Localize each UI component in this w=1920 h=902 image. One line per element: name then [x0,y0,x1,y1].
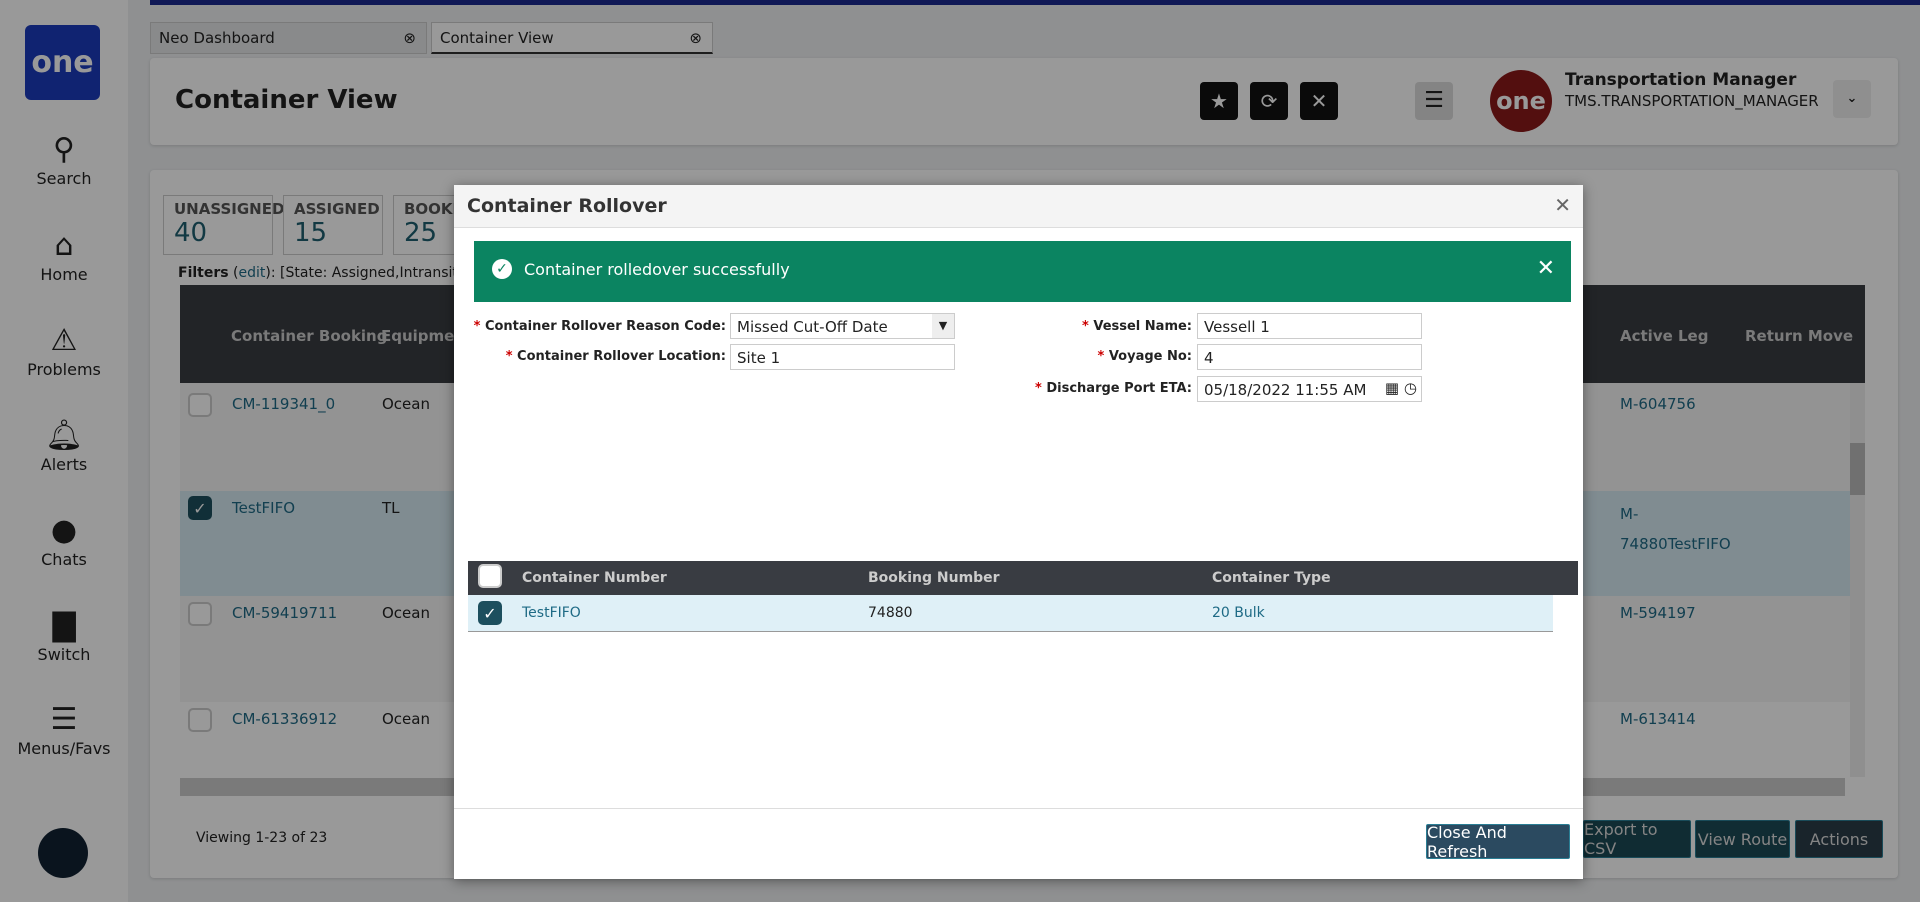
close-and-refresh-button[interactable]: Close And Refresh [1426,823,1570,861]
table-row[interactable]: ✓ TestFIFO 74880 20 Bulk [468,595,1553,632]
container-rollover-modal: Container Rollover ✕ ✓ Container rolledo… [454,185,1583,879]
vessel-name-input[interactable]: Vessell 1 [1197,313,1422,339]
reason-code-label: * Container Rollover Reason Code: [473,319,726,334]
clock-icon[interactable]: ◷ [1404,379,1417,397]
select-all-checkbox[interactable] [478,564,502,588]
check-circle-icon: ✓ [492,259,512,279]
voyage-no-label: * Voyage No: [1097,349,1192,364]
eta-label: * Discharge Port ETA: [1035,381,1192,396]
modal-grid-header: Container Number Booking Number Containe… [468,561,1578,595]
vessel-name-label: * Vessel Name: [1082,319,1192,334]
modal-header: Container Rollover ✕ [454,185,1583,228]
dismiss-banner-icon[interactable]: ✕ [1537,256,1555,281]
modal-close-icon[interactable]: ✕ [1554,193,1571,217]
modal-footer-divider [454,808,1583,809]
voyage-no-input[interactable]: 4 [1197,344,1422,370]
modal-title: Container Rollover [467,195,667,217]
eta-input[interactable]: 05/18/2022 11:55 AM ▦ ◷ [1197,376,1422,402]
row-checkbox[interactable]: ✓ [478,601,502,625]
calendar-icon[interactable]: ▦ [1385,379,1399,397]
location-label: * Container Rollover Location: [505,349,726,364]
success-banner: ✓ Container rolledover successfully ✕ [474,241,1571,302]
